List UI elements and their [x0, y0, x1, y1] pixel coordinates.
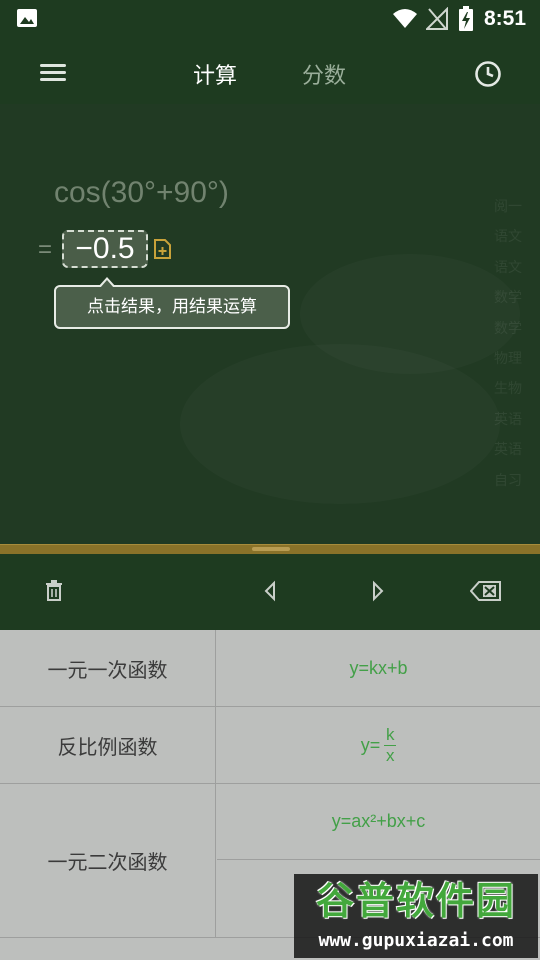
add-to-clipboard-icon[interactable] — [152, 238, 172, 260]
fraction-denominator: x — [386, 745, 395, 765]
formula-name[interactable]: 一元一次函数 — [0, 630, 216, 706]
result-value[interactable]: −0.5 — [62, 230, 148, 268]
fraction-numerator: k — [386, 724, 395, 744]
cursor-right-icon[interactable] — [370, 580, 386, 602]
formula-expression[interactable]: y= k x — [217, 707, 540, 783]
expression-display[interactable]: cos(30°+90°) — [54, 176, 229, 210]
formula-name[interactable]: 一元二次函数 — [0, 784, 216, 937]
formula-prefix: y= — [360, 734, 381, 755]
no-signal-icon — [426, 7, 448, 30]
table-row[interactable]: 一元一次函数 y=kx+b — [0, 630, 540, 707]
watermark-url: www.gupuxiazai.com — [318, 930, 514, 951]
gallery-icon — [17, 9, 37, 27]
formula-expression[interactable]: y=kx+b — [217, 630, 540, 706]
clock-icon[interactable] — [474, 60, 502, 88]
watermark-logo: 谷普软件园 www.gupuxiazai.com — [294, 874, 538, 958]
chalk-smudge — [300, 254, 520, 374]
equals-sign: = — [38, 236, 53, 263]
backspace-icon[interactable] — [470, 580, 502, 602]
faint-timetable: 阅一 语文 语文 数学 数学 物理 生物 英语 英语 自习 — [494, 199, 522, 489]
board-ledge — [0, 544, 540, 554]
status-bar: 8:51 — [0, 0, 540, 38]
fraction: k x — [384, 724, 397, 765]
chalk-piece — [252, 547, 290, 551]
battery-charging-icon — [459, 6, 473, 31]
formula-expression[interactable]: y=ax²+bx+c — [217, 784, 540, 860]
tab-fraction[interactable]: 分数 — [302, 58, 346, 90]
tab-calculate[interactable]: 计算 — [193, 58, 237, 90]
trash-icon[interactable] — [44, 580, 64, 602]
cursor-left-icon[interactable] — [262, 580, 278, 602]
app-bar: 计算 分数 — [0, 38, 540, 104]
chalkboard: 阅一 语文 语文 数学 数学 物理 生物 英语 英语 自习 cos(30°+90… — [0, 104, 540, 544]
table-row[interactable]: 反比例函数 y= k x — [0, 707, 540, 784]
watermark-title: 谷普软件园 — [315, 879, 516, 923]
hamburger-menu-icon[interactable] — [38, 62, 68, 84]
formula-name[interactable]: 反比例函数 — [0, 707, 216, 783]
wifi-icon — [393, 9, 417, 28]
edit-toolbar — [0, 554, 540, 630]
hint-tooltip: 点击结果，用结果运算 — [54, 277, 290, 329]
status-time: 8:51 — [484, 7, 527, 30]
